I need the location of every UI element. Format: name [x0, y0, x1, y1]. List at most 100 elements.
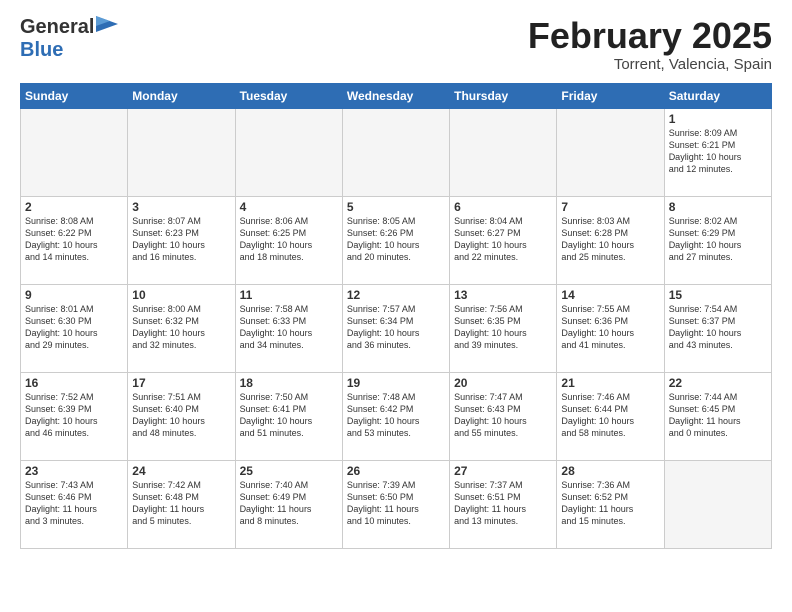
- day-number: 3: [132, 200, 230, 214]
- day-info: Sunrise: 8:09 AM Sunset: 6:21 PM Dayligh…: [669, 127, 767, 176]
- calendar-cell: 7Sunrise: 8:03 AM Sunset: 6:28 PM Daylig…: [557, 196, 664, 284]
- calendar-header-row: SundayMondayTuesdayWednesdayThursdayFrid…: [21, 83, 772, 108]
- calendar-cell: 21Sunrise: 7:46 AM Sunset: 6:44 PM Dayli…: [557, 372, 664, 460]
- day-info: Sunrise: 7:56 AM Sunset: 6:35 PM Dayligh…: [454, 303, 552, 352]
- day-number: 16: [25, 376, 123, 390]
- title-block: February 2025 Torrent, Valencia, Spain: [528, 16, 772, 73]
- day-info: Sunrise: 7:51 AM Sunset: 6:40 PM Dayligh…: [132, 391, 230, 440]
- logo-flag-icon: [96, 16, 118, 32]
- day-info: Sunrise: 7:48 AM Sunset: 6:42 PM Dayligh…: [347, 391, 445, 440]
- calendar-cell: [342, 108, 449, 196]
- day-number: 27: [454, 464, 552, 478]
- calendar-cell: 26Sunrise: 7:39 AM Sunset: 6:50 PM Dayli…: [342, 460, 449, 548]
- day-number: 24: [132, 464, 230, 478]
- calendar-title: February 2025: [528, 16, 772, 56]
- day-info: Sunrise: 8:08 AM Sunset: 6:22 PM Dayligh…: [25, 215, 123, 264]
- calendar-header-wednesday: Wednesday: [342, 83, 449, 108]
- day-number: 15: [669, 288, 767, 302]
- calendar-cell: [557, 108, 664, 196]
- calendar-cell: [21, 108, 128, 196]
- day-info: Sunrise: 7:42 AM Sunset: 6:48 PM Dayligh…: [132, 479, 230, 528]
- calendar-cell: 27Sunrise: 7:37 AM Sunset: 6:51 PM Dayli…: [450, 460, 557, 548]
- day-info: Sunrise: 8:03 AM Sunset: 6:28 PM Dayligh…: [561, 215, 659, 264]
- day-number: 5: [347, 200, 445, 214]
- header: General Blue February 2025 Torrent, Vale…: [20, 16, 772, 73]
- calendar-week-4: 16Sunrise: 7:52 AM Sunset: 6:39 PM Dayli…: [21, 372, 772, 460]
- day-number: 21: [561, 376, 659, 390]
- calendar-cell: [235, 108, 342, 196]
- calendar-cell: 2Sunrise: 8:08 AM Sunset: 6:22 PM Daylig…: [21, 196, 128, 284]
- calendar-cell: 8Sunrise: 8:02 AM Sunset: 6:29 PM Daylig…: [664, 196, 771, 284]
- day-info: Sunrise: 8:04 AM Sunset: 6:27 PM Dayligh…: [454, 215, 552, 264]
- calendar-cell: 28Sunrise: 7:36 AM Sunset: 6:52 PM Dayli…: [557, 460, 664, 548]
- day-number: 23: [25, 464, 123, 478]
- logo-text: General Blue: [20, 16, 118, 62]
- day-info: Sunrise: 8:05 AM Sunset: 6:26 PM Dayligh…: [347, 215, 445, 264]
- day-info: Sunrise: 7:43 AM Sunset: 6:46 PM Dayligh…: [25, 479, 123, 528]
- calendar-cell: [664, 460, 771, 548]
- calendar-cell: 9Sunrise: 8:01 AM Sunset: 6:30 PM Daylig…: [21, 284, 128, 372]
- calendar-week-1: 1Sunrise: 8:09 AM Sunset: 6:21 PM Daylig…: [21, 108, 772, 196]
- calendar-cell: 13Sunrise: 7:56 AM Sunset: 6:35 PM Dayli…: [450, 284, 557, 372]
- day-number: 13: [454, 288, 552, 302]
- day-number: 25: [240, 464, 338, 478]
- calendar-week-2: 2Sunrise: 8:08 AM Sunset: 6:22 PM Daylig…: [21, 196, 772, 284]
- day-number: 28: [561, 464, 659, 478]
- day-info: Sunrise: 8:07 AM Sunset: 6:23 PM Dayligh…: [132, 215, 230, 264]
- day-number: 26: [347, 464, 445, 478]
- day-number: 17: [132, 376, 230, 390]
- calendar-cell: 20Sunrise: 7:47 AM Sunset: 6:43 PM Dayli…: [450, 372, 557, 460]
- calendar-header-sunday: Sunday: [21, 83, 128, 108]
- day-number: 7: [561, 200, 659, 214]
- day-info: Sunrise: 7:50 AM Sunset: 6:41 PM Dayligh…: [240, 391, 338, 440]
- day-info: Sunrise: 7:40 AM Sunset: 6:49 PM Dayligh…: [240, 479, 338, 528]
- day-number: 10: [132, 288, 230, 302]
- day-number: 1: [669, 112, 767, 126]
- calendar-cell: 17Sunrise: 7:51 AM Sunset: 6:40 PM Dayli…: [128, 372, 235, 460]
- calendar-header-monday: Monday: [128, 83, 235, 108]
- calendar-cell: 19Sunrise: 7:48 AM Sunset: 6:42 PM Dayli…: [342, 372, 449, 460]
- day-number: 20: [454, 376, 552, 390]
- calendar-cell: 23Sunrise: 7:43 AM Sunset: 6:46 PM Dayli…: [21, 460, 128, 548]
- calendar-week-5: 23Sunrise: 7:43 AM Sunset: 6:46 PM Dayli…: [21, 460, 772, 548]
- day-info: Sunrise: 7:37 AM Sunset: 6:51 PM Dayligh…: [454, 479, 552, 528]
- calendar-cell: 25Sunrise: 7:40 AM Sunset: 6:49 PM Dayli…: [235, 460, 342, 548]
- day-info: Sunrise: 8:06 AM Sunset: 6:25 PM Dayligh…: [240, 215, 338, 264]
- logo: General Blue: [20, 16, 118, 62]
- day-number: 9: [25, 288, 123, 302]
- day-number: 2: [25, 200, 123, 214]
- day-number: 14: [561, 288, 659, 302]
- day-info: Sunrise: 7:44 AM Sunset: 6:45 PM Dayligh…: [669, 391, 767, 440]
- calendar-cell: 14Sunrise: 7:55 AM Sunset: 6:36 PM Dayli…: [557, 284, 664, 372]
- day-number: 22: [669, 376, 767, 390]
- day-info: Sunrise: 8:01 AM Sunset: 6:30 PM Dayligh…: [25, 303, 123, 352]
- day-info: Sunrise: 8:00 AM Sunset: 6:32 PM Dayligh…: [132, 303, 230, 352]
- calendar-header-thursday: Thursday: [450, 83, 557, 108]
- day-number: 19: [347, 376, 445, 390]
- calendar-cell: 4Sunrise: 8:06 AM Sunset: 6:25 PM Daylig…: [235, 196, 342, 284]
- day-info: Sunrise: 7:46 AM Sunset: 6:44 PM Dayligh…: [561, 391, 659, 440]
- calendar-week-3: 9Sunrise: 8:01 AM Sunset: 6:30 PM Daylig…: [21, 284, 772, 372]
- calendar-header-friday: Friday: [557, 83, 664, 108]
- calendar-cell: 22Sunrise: 7:44 AM Sunset: 6:45 PM Dayli…: [664, 372, 771, 460]
- calendar-header-tuesday: Tuesday: [235, 83, 342, 108]
- day-info: Sunrise: 7:54 AM Sunset: 6:37 PM Dayligh…: [669, 303, 767, 352]
- day-info: Sunrise: 7:47 AM Sunset: 6:43 PM Dayligh…: [454, 391, 552, 440]
- day-number: 6: [454, 200, 552, 214]
- calendar-cell: 12Sunrise: 7:57 AM Sunset: 6:34 PM Dayli…: [342, 284, 449, 372]
- calendar-cell: 15Sunrise: 7:54 AM Sunset: 6:37 PM Dayli…: [664, 284, 771, 372]
- day-info: Sunrise: 7:36 AM Sunset: 6:52 PM Dayligh…: [561, 479, 659, 528]
- day-number: 8: [669, 200, 767, 214]
- calendar-cell: 11Sunrise: 7:58 AM Sunset: 6:33 PM Dayli…: [235, 284, 342, 372]
- calendar-cell: 1Sunrise: 8:09 AM Sunset: 6:21 PM Daylig…: [664, 108, 771, 196]
- calendar-cell: 5Sunrise: 8:05 AM Sunset: 6:26 PM Daylig…: [342, 196, 449, 284]
- day-info: Sunrise: 7:55 AM Sunset: 6:36 PM Dayligh…: [561, 303, 659, 352]
- day-number: 4: [240, 200, 338, 214]
- day-info: Sunrise: 7:39 AM Sunset: 6:50 PM Dayligh…: [347, 479, 445, 528]
- calendar-header-saturday: Saturday: [664, 83, 771, 108]
- day-info: Sunrise: 8:02 AM Sunset: 6:29 PM Dayligh…: [669, 215, 767, 264]
- calendar-cell: 3Sunrise: 8:07 AM Sunset: 6:23 PM Daylig…: [128, 196, 235, 284]
- calendar-cell: 6Sunrise: 8:04 AM Sunset: 6:27 PM Daylig…: [450, 196, 557, 284]
- day-info: Sunrise: 7:58 AM Sunset: 6:33 PM Dayligh…: [240, 303, 338, 352]
- calendar-cell: 16Sunrise: 7:52 AM Sunset: 6:39 PM Dayli…: [21, 372, 128, 460]
